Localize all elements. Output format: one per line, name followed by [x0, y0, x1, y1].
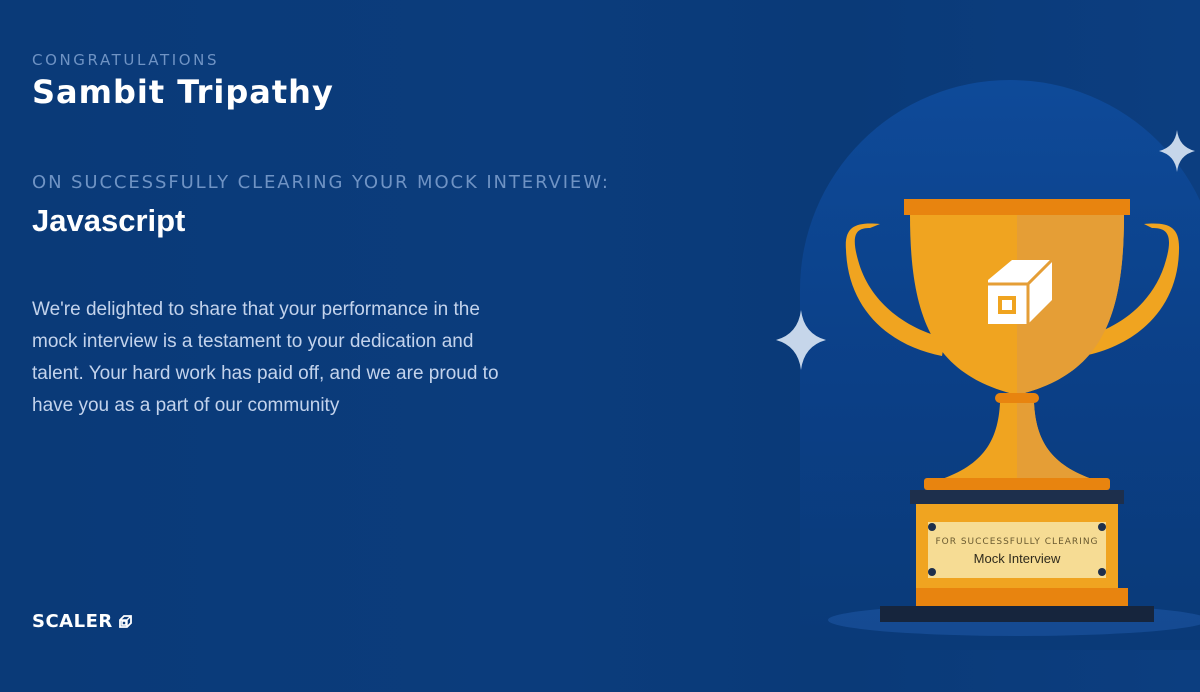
scaler-logo: SCALER — [32, 611, 133, 632]
plaque-line-2: Mock Interview — [973, 551, 1061, 566]
recipient-name: Sambit Tripathy — [32, 73, 334, 111]
plaque-line-1: FOR SUCCESSFULLY CLEARING — [935, 537, 1099, 547]
congratulations-label: CONGRATULATIONS — [32, 51, 220, 69]
scaler-cube-icon — [118, 614, 132, 628]
achievement-subheading: ON SUCCESSFULLY CLEARING YOUR MOCK INTER… — [32, 172, 610, 193]
interview-subject: Javascript — [32, 203, 186, 238]
logo-text: SCALER — [32, 611, 113, 632]
sparkle-icon — [1159, 130, 1195, 172]
congratulation-message: We're delighted to share that your perfo… — [32, 299, 499, 416]
sparkle-icon — [776, 310, 826, 370]
